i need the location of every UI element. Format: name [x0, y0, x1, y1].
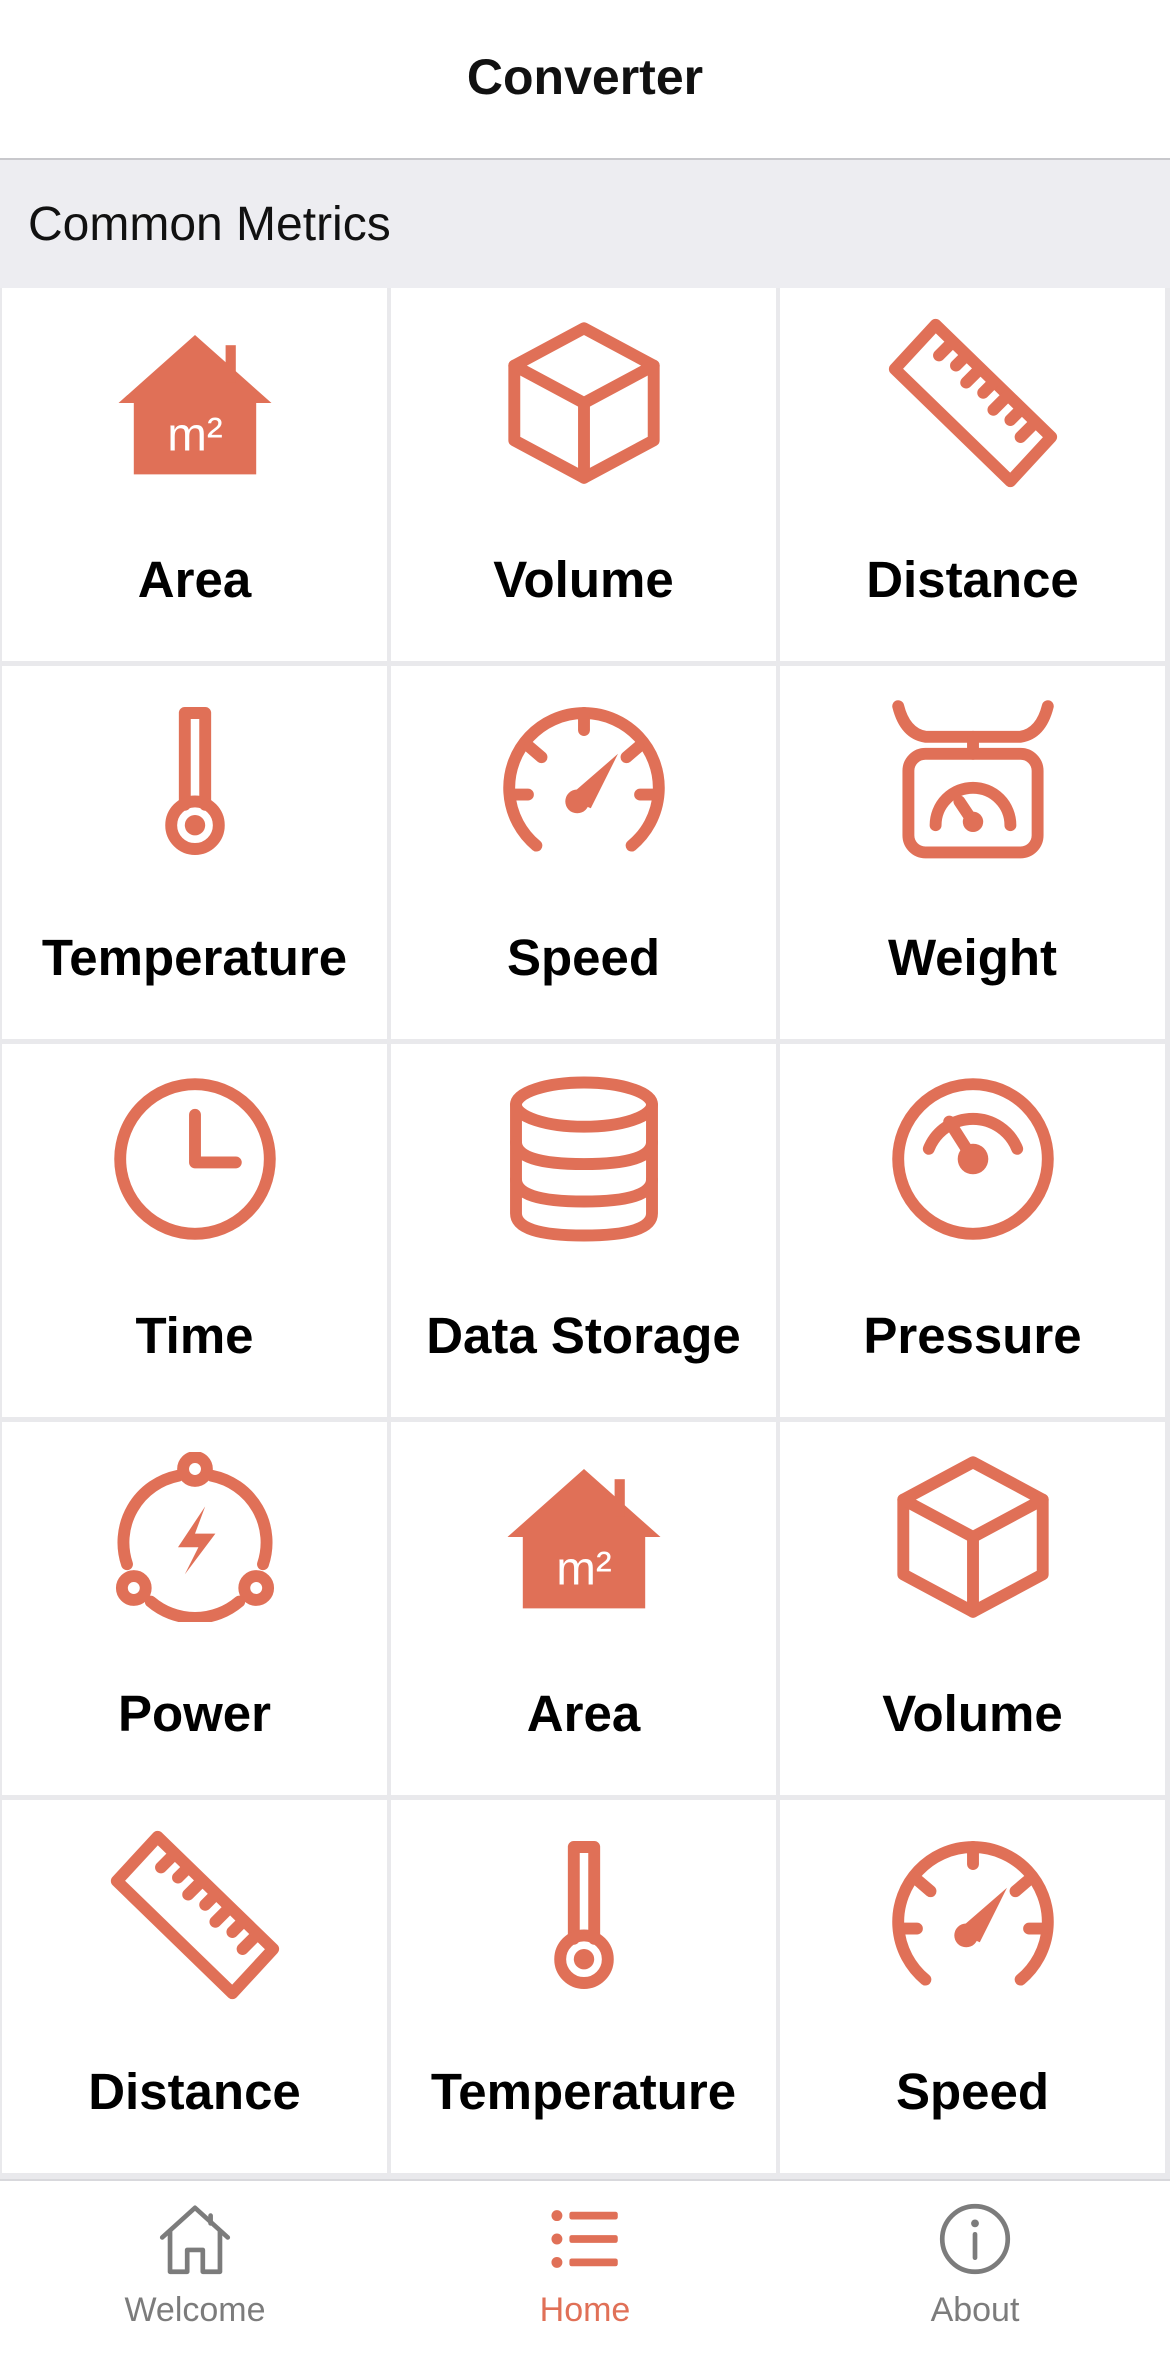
- metric-label: Distance: [88, 2063, 301, 2120]
- tab-label: Home: [539, 2291, 631, 2329]
- section-title: Common Metrics: [28, 197, 391, 251]
- tab-welcome[interactable]: Welcome: [0, 2181, 390, 2364]
- metric-label: Volume: [493, 551, 674, 608]
- metric-label: Data Storage: [426, 1307, 741, 1364]
- metric-tile-pressure[interactable]: Pressure: [780, 1044, 1165, 1417]
- metric-label: Speed: [506, 929, 661, 986]
- page-title: Converter: [466, 49, 704, 105]
- metric-label: Pressure: [863, 1307, 1082, 1364]
- metric-tile-distance[interactable]: Distance: [2, 1800, 387, 2173]
- info-icon: [780, 2199, 1170, 2279]
- metric-tile-area[interactable]: m² Area: [391, 1422, 776, 1795]
- data-storage-icon: [391, 1074, 776, 1244]
- temperature-icon: [2, 696, 387, 866]
- tab-label: Welcome: [124, 2291, 266, 2329]
- metric-tile-weight[interactable]: Weight: [780, 666, 1165, 1039]
- time-icon: [2, 1074, 387, 1244]
- metric-tile-speed[interactable]: Speed: [391, 666, 776, 1039]
- tab-home[interactable]: Home: [390, 2181, 780, 2364]
- area-unit-text: m²: [556, 1543, 612, 1596]
- metric-label: Volume: [882, 1685, 1063, 1742]
- metric-label: Power: [117, 1685, 272, 1742]
- metric-label: Distance: [866, 551, 1079, 608]
- volume-icon: [391, 318, 776, 488]
- metric-tile-volume[interactable]: Volume: [391, 288, 776, 661]
- tab-bar: Welcome Home About: [0, 2179, 1170, 2364]
- metric-label: Speed: [895, 2063, 1050, 2120]
- metric-tile-data-storage[interactable]: Data Storage: [391, 1044, 776, 1417]
- temperature-icon: [391, 1830, 776, 2000]
- metric-tile-volume[interactable]: Volume: [780, 1422, 1165, 1795]
- metric-label: Area: [526, 1685, 641, 1742]
- metric-label: Weight: [887, 929, 1058, 986]
- metric-tile-area[interactable]: m² Area: [2, 288, 387, 661]
- section-header: Common Metrics: [0, 160, 1170, 288]
- metrics-grid: m² Area Volume Distance Temperature Spee…: [0, 288, 1170, 2179]
- metric-label: Temperature: [41, 929, 348, 986]
- tab-label: About: [930, 2291, 1020, 2329]
- navigation-bar: Converter: [0, 0, 1170, 160]
- pressure-icon: [780, 1074, 1165, 1244]
- metric-label: Area: [137, 551, 252, 608]
- area-icon: m²: [2, 318, 387, 488]
- tab-about[interactable]: About: [780, 2181, 1170, 2364]
- speed-icon: [780, 1830, 1165, 2000]
- area-unit-text: m²: [167, 409, 223, 462]
- distance-icon: [2, 1830, 387, 2000]
- weight-icon: [780, 696, 1165, 866]
- metric-tile-time[interactable]: Time: [2, 1044, 387, 1417]
- speed-icon: [391, 696, 776, 866]
- list-icon: [390, 2199, 780, 2279]
- metric-tile-distance[interactable]: Distance: [780, 288, 1165, 661]
- metric-label: Time: [135, 1307, 254, 1364]
- metric-label: Temperature: [430, 2063, 737, 2120]
- distance-icon: [780, 318, 1165, 488]
- metric-tile-temperature[interactable]: Temperature: [391, 1800, 776, 2173]
- volume-icon: [780, 1452, 1165, 1622]
- area-icon: m²: [391, 1452, 776, 1622]
- power-icon: [2, 1452, 387, 1622]
- house-icon: [0, 2199, 390, 2279]
- metric-tile-power[interactable]: Power: [2, 1422, 387, 1795]
- metric-tile-temperature[interactable]: Temperature: [2, 666, 387, 1039]
- metric-tile-speed[interactable]: Speed: [780, 1800, 1165, 2173]
